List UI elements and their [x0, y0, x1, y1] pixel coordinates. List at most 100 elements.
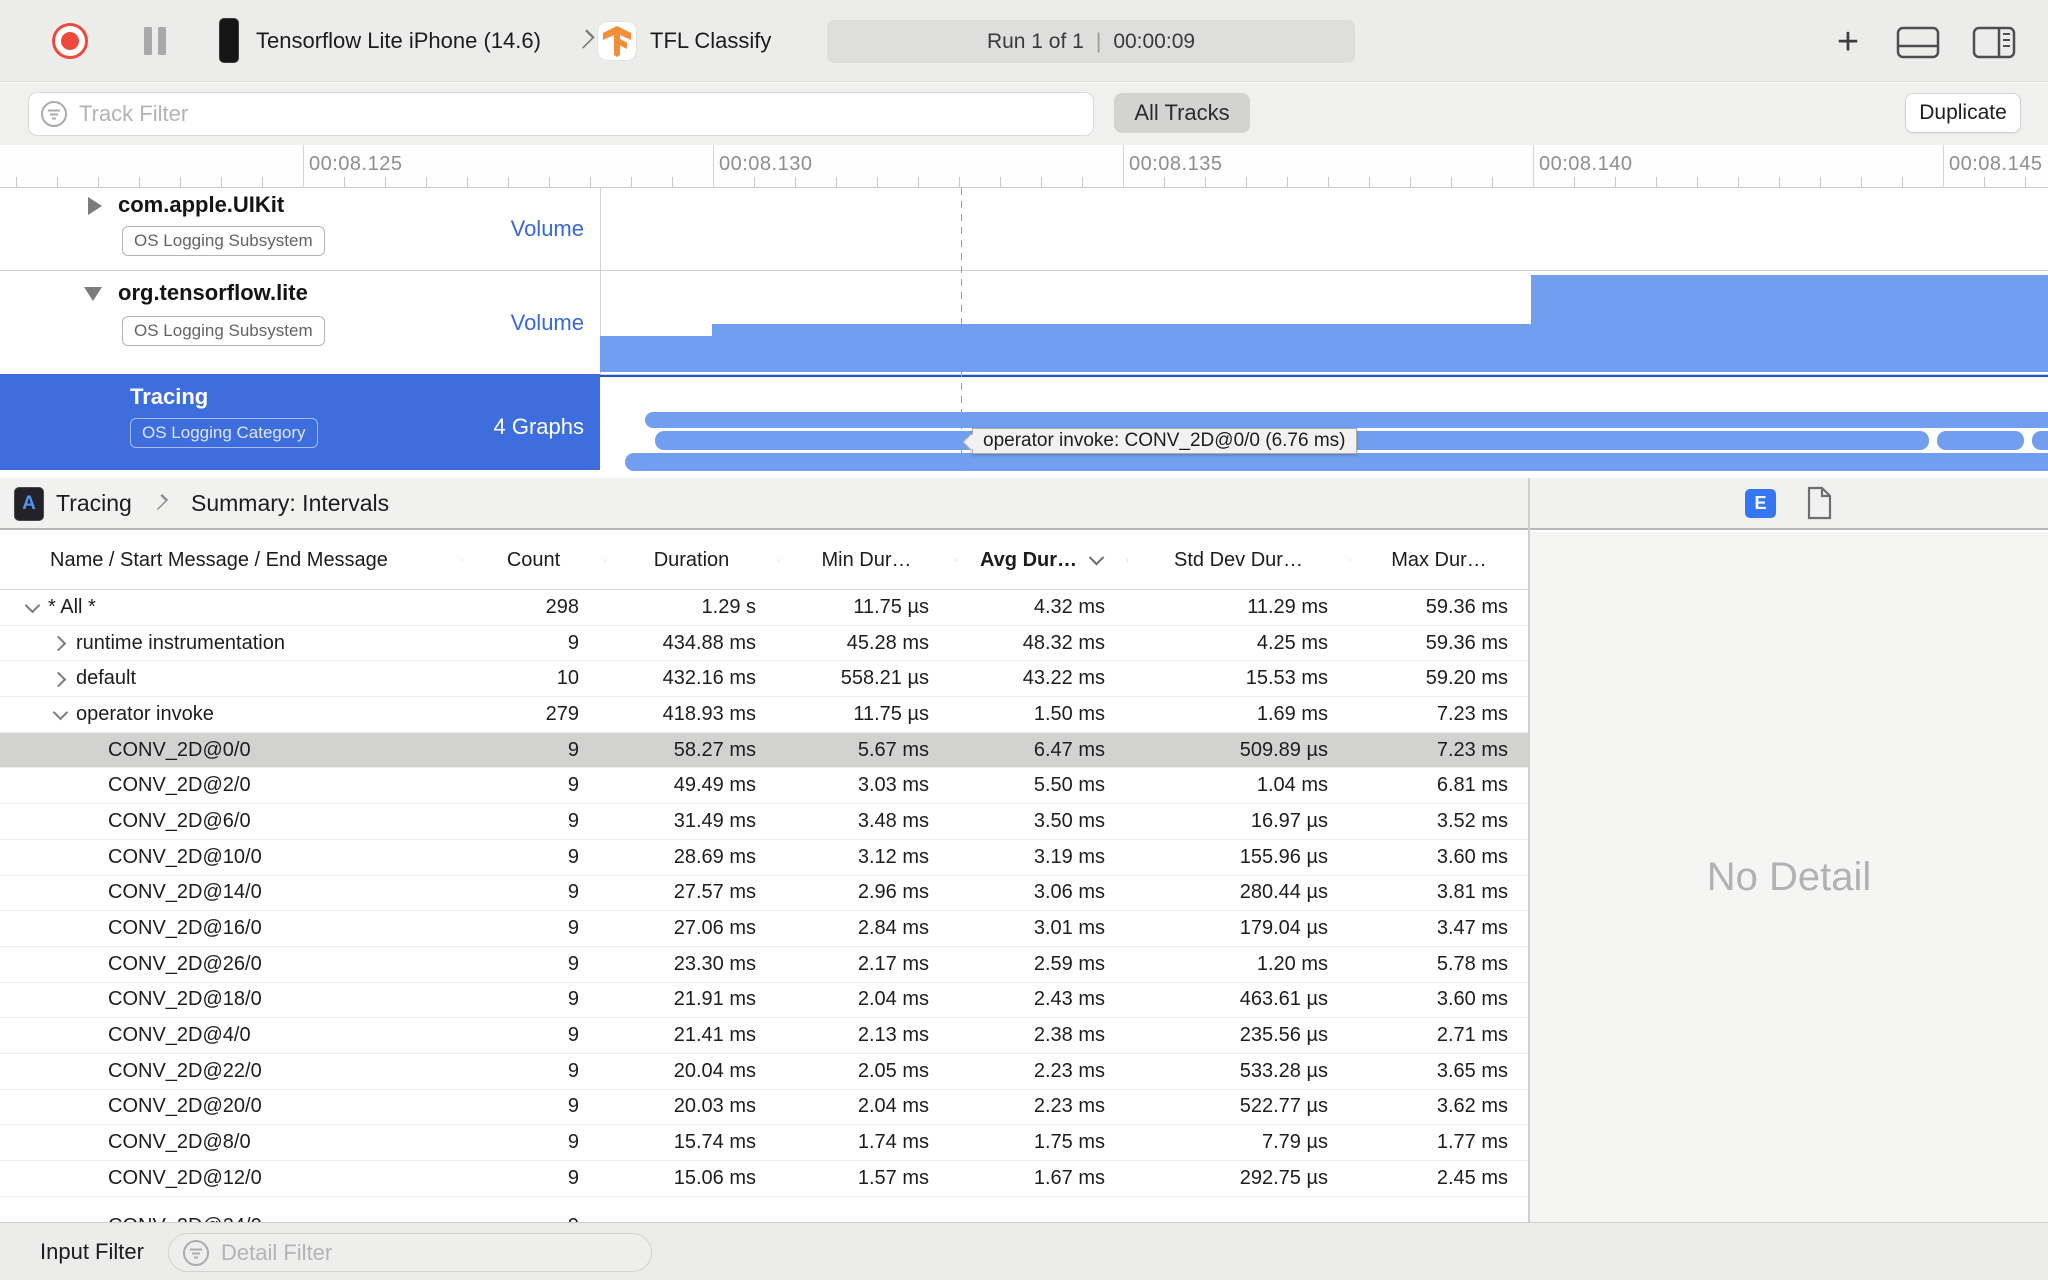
- track-type-label[interactable]: Volume: [511, 216, 584, 242]
- duplicate-button[interactable]: Duplicate: [1905, 93, 2021, 133]
- table-row[interactable]: CONV_2D@10/0 9 28.69 ms 3.12 ms 3.19 ms 155.9…: [0, 840, 1528, 876]
- row-duration: 31.49 ms: [673, 809, 756, 832]
- table-row[interactable]: CONV_2D@6/0 9 31.49 ms 3.48 ms 3.50 ms 16.97 …: [0, 804, 1528, 840]
- tooltip-text: operator invoke: CONV_2D@0/0 (6.76 ms): [983, 430, 1346, 451]
- row-count: 9: [567, 774, 579, 797]
- table-row[interactable]: CONV_2D@14/0 9 27.57 ms 2.96 ms 3.06 ms 280.4…: [0, 876, 1528, 912]
- interval-bar[interactable]: [625, 453, 2048, 471]
- chevron-right-icon[interactable]: [50, 671, 76, 687]
- table-row[interactable]: CONV_2D@2/0 9 49.49 ms 3.03 ms 5.50 ms 1.04 m…: [0, 768, 1528, 805]
- row-count: 9: [567, 1024, 579, 1047]
- timeline-ruler[interactable]: 00:08.125 00:08.130 00:08.135 00:08.140 00:0…: [0, 145, 2048, 188]
- table-row[interactable]: CONV_2D@20/0 9 20.03 ms 2.04 ms 2.23 ms 522.7…: [0, 1090, 1528, 1126]
- extended-detail-pane: No Detail: [1530, 532, 2048, 1222]
- track-lanes[interactable]: operator invoke: CONV_2D@0/0 (6.76 ms): [600, 188, 2048, 478]
- tracing-lane[interactable]: [600, 374, 2048, 471]
- table-row[interactable]: CONV_2D@0/0 9 58.27 ms 5.67 ms 6.47 ms 509.89…: [0, 732, 1528, 769]
- row-min: 5.67 ms: [857, 738, 929, 761]
- ruler-major-tick: [1123, 145, 1124, 188]
- ruler-minor-tick: [1410, 177, 1411, 187]
- track-header-uikit[interactable]: com.apple.UIKit OS Logging Subsystem Vol…: [0, 188, 600, 270]
- table-row[interactable]: default 10 432.16 ms 558.21 µs 43.22 ms 15.53…: [0, 661, 1528, 698]
- ruler-minor-tick: [672, 177, 673, 187]
- chevron-right-icon[interactable]: [50, 635, 76, 651]
- toggle-bottom-pane-button[interactable]: [1896, 26, 1940, 59]
- table-row[interactable]: CONV_2D@4/0 9 21.41 ms 2.13 ms 2.38 ms 235.56…: [0, 1018, 1528, 1054]
- ruler-minor-tick: [1656, 177, 1657, 187]
- disclosure-right-icon[interactable]: [88, 197, 102, 215]
- ruler-minor-tick: [1574, 177, 1575, 187]
- column-header-count[interactable]: Count: [462, 549, 605, 572]
- column-header-max[interactable]: Max Dur…: [1350, 549, 1528, 572]
- table-row[interactable]: CONV_2D@8/0 9 15.74 ms 1.74 ms 1.75 ms 7.79 µ…: [0, 1125, 1528, 1161]
- ruler-minor-tick: [754, 177, 755, 187]
- detail-filter-input[interactable]: [211, 1239, 651, 1266]
- table-row[interactable]: operator invoke 279 418.93 ms 11.75 µs 1.50 …: [0, 697, 1528, 733]
- run-status[interactable]: Run 1 of 1 | 00:00:09: [827, 20, 1355, 63]
- row-duration: 434.88 ms: [662, 631, 756, 654]
- table-row[interactable]: CONV_2D@26/0 9 23.30 ms 2.17 ms 2.59 ms 1.20 …: [0, 947, 1528, 983]
- table-row[interactable]: CONV_2D@18/0 9 21.91 ms 2.04 ms 2.43 ms 463.6…: [0, 983, 1528, 1019]
- track-filter-input[interactable]: [69, 101, 1093, 127]
- detail-filter-field[interactable]: [168, 1233, 652, 1272]
- chevron-down-icon[interactable]: [22, 599, 48, 615]
- input-filter-label[interactable]: Input Filter: [40, 1223, 144, 1280]
- track-header-tracing-selected[interactable]: Tracing OS Logging Category 4 Graphs: [0, 374, 600, 470]
- target-selector[interactable]: TFL Classify: [650, 0, 771, 82]
- ruler-minor-tick: [836, 177, 837, 187]
- track-type-label[interactable]: Volume: [511, 310, 584, 336]
- extended-detail-button[interactable]: E: [1745, 489, 1776, 518]
- table-row[interactable]: CONV_2D@22/0 9 20.04 ms 2.05 ms 2.23 ms 533.2…: [0, 1054, 1528, 1090]
- add-instrument-button[interactable]: +: [1828, 21, 1868, 63]
- document-icon[interactable]: [1806, 486, 1832, 520]
- ruler-major-tick: [713, 145, 714, 188]
- ruler-minor-tick: [959, 177, 960, 187]
- summary-table-header: Name / Start Message / End Message Count…: [0, 532, 1528, 590]
- volume-graph-segment: [600, 336, 712, 372]
- chevron-down-icon[interactable]: [50, 706, 76, 722]
- ruler-minor-tick: [1615, 177, 1616, 187]
- breadcrumb-view[interactable]: Summary: Intervals: [191, 478, 389, 528]
- row-std: 1.69 ms: [1256, 702, 1328, 725]
- track-header-tensorflow[interactable]: org.tensorflow.lite OS Logging Subsystem…: [0, 272, 600, 374]
- pause-icon: [144, 27, 152, 55]
- row-name: CONV_2D@4/0: [108, 1024, 251, 1047]
- interval-bar[interactable]: [645, 412, 2048, 428]
- interval-bar[interactable]: [2032, 431, 2048, 450]
- record-button[interactable]: [52, 23, 88, 59]
- row-std: 179.04 µs: [1239, 917, 1328, 940]
- track-type-label[interactable]: 4 Graphs: [494, 414, 585, 440]
- device-selector[interactable]: Tensorflow Lite iPhone (14.6): [256, 0, 541, 82]
- volume-graph-segment: [1531, 275, 2048, 372]
- track-filter-field[interactable]: [28, 92, 1094, 136]
- row-avg: 48.32 ms: [1022, 631, 1105, 654]
- table-row[interactable]: runtime instrumentation 9 434.88 ms 45.28 m…: [0, 626, 1528, 662]
- column-header-stddev[interactable]: Std Dev Dur…: [1127, 549, 1350, 572]
- row-min: 3.48 ms: [857, 809, 929, 832]
- table-row[interactable]: CONV_2D@24/0 9: [0, 1197, 1528, 1222]
- column-header-duration[interactable]: Duration: [605, 549, 778, 572]
- ruler-minor-tick: [180, 177, 181, 187]
- table-row[interactable]: * All * 298 1.29 s 11.75 µs 4.32 ms 11.29 ms 5…: [0, 590, 1528, 626]
- summary-table[interactable]: * All * 298 1.29 s 11.75 µs 4.32 ms 11.29 ms 5…: [0, 590, 1528, 1222]
- iphone-icon: [219, 18, 239, 63]
- interval-bar[interactable]: [1937, 431, 2024, 450]
- breadcrumb-instrument[interactable]: Tracing: [56, 478, 132, 528]
- column-header-min[interactable]: Min Dur…: [778, 549, 955, 572]
- row-min: 2.84 ms: [857, 917, 929, 940]
- playhead-dashed-line[interactable]: [961, 188, 962, 470]
- table-row[interactable]: CONV_2D@12/0 9 15.06 ms 1.57 ms 1.67 ms 292.7…: [0, 1161, 1528, 1197]
- row-duration: 28.69 ms: [673, 845, 756, 868]
- toggle-right-pane-button[interactable]: [1972, 26, 2016, 59]
- ruler-minor-tick: [1328, 177, 1329, 187]
- column-header-name[interactable]: Name / Start Message / End Message: [0, 549, 462, 572]
- table-row[interactable]: CONV_2D@16/0 9 27.06 ms 2.84 ms 3.01 ms 179.0…: [0, 911, 1528, 947]
- row-count: 9: [567, 1095, 579, 1118]
- pause-button[interactable]: [140, 26, 170, 56]
- row-name: CONV_2D@24/0: [108, 1215, 262, 1222]
- disclosure-down-icon[interactable]: [84, 287, 102, 301]
- row-duration: 432.16 ms: [662, 667, 756, 690]
- ruler-minor-tick: [918, 177, 919, 187]
- all-tracks-button[interactable]: All Tracks: [1114, 93, 1250, 133]
- column-header-avg-sorted[interactable]: Avg Dur…: [955, 549, 1127, 572]
